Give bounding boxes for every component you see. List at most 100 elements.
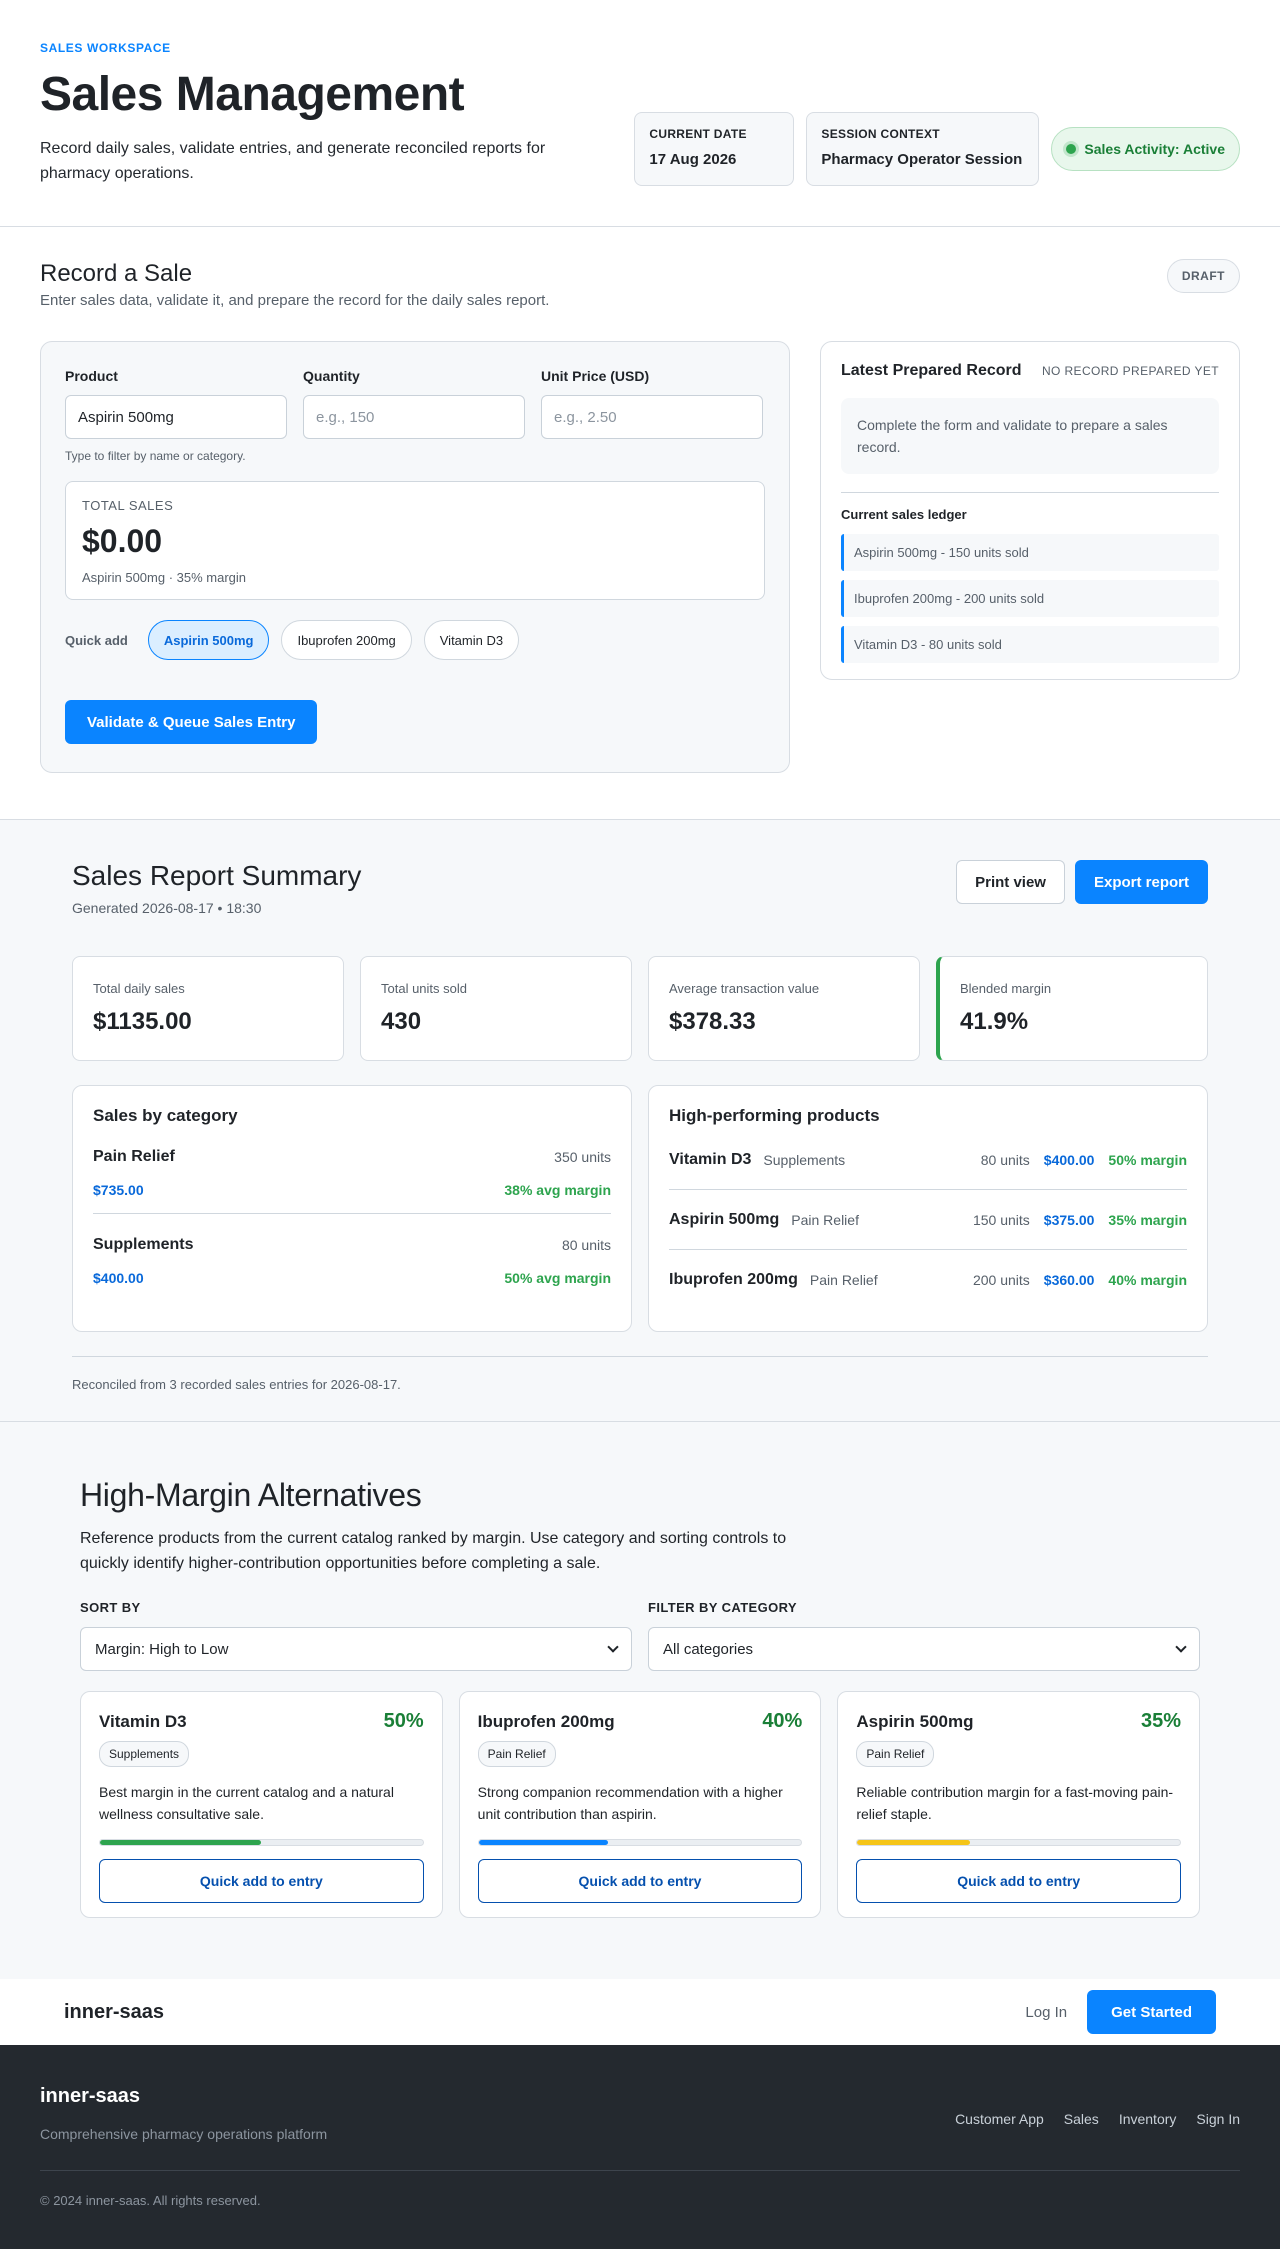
kpi-label: Total daily sales [93,981,185,996]
product-units: 80 units [980,1151,1030,1168]
latest-record-title: Latest Prepared Record [841,362,1022,379]
session-context-label: SESSION CONTEXT [821,127,940,141]
product-sales: $375.00 [1043,1211,1095,1228]
product-name: Aspirin 500mg [669,1210,780,1228]
alternative-category-tag: Supplements [99,1741,190,1767]
quick-add-to-entry-button[interactable]: Quick add to entry [99,1859,424,1903]
product-sales: $360.00 [1043,1272,1095,1288]
report-generated-timestamp: Generated 2026-08-17 • 18:30 [72,900,262,916]
product-category: Pain Relief [791,1211,859,1228]
product-row: Ibuprofen 200mg Pain Relief 200 units $3… [669,1250,1187,1310]
category-row: Pain Relief 350 units $735.00 38% avg ma… [93,1126,611,1214]
total-sales-label: TOTAL SALES [82,498,174,513]
export-report-button[interactable]: Export report [1074,860,1208,904]
quick-add-chip-aspirin[interactable]: Aspirin 500mg [147,620,270,660]
latest-record-header: Latest Prepared Record NO RECORD PREPARE… [841,362,1219,380]
alternatives-filters: SORT BY Margin: High to Low FILTER BY CA… [80,1600,1200,1671]
product-row: Vitamin D3 Supplements 80 units $400.00 … [669,1130,1187,1190]
sort-by-selected-value: Margin: High to Low [95,1640,229,1658]
kpi-blended-margin: Blended margin 41.9% [936,956,1208,1061]
record-sale-title: Record a Sale [40,260,193,287]
footer-tagline: Comprehensive pharmacy operations platfo… [40,2126,328,2142]
quantity-label: Quantity [303,368,360,384]
divider [40,2170,1240,2171]
alternative-description: Best margin in the current catalog and a… [99,1784,394,1822]
alternatives-description: Reference products from the current cata… [80,1530,787,1572]
footer-link-customer-app[interactable]: Customer App [955,2111,1044,2127]
session-context-card: SESSION CONTEXT Pharmacy Operator Sessio… [806,112,1040,186]
category-filter-select[interactable]: All categories [648,1627,1200,1671]
sales-activity-badge: Sales Activity: Active [1051,127,1240,171]
header-meta: CURRENT DATE 17 Aug 2026 SESSION CONTEXT… [634,112,1240,186]
chevron-down-icon [1175,1641,1187,1653]
quick-add-to-entry-button[interactable]: Quick add to entry [856,1859,1182,1903]
report-panels: Sales by category Pain Relief 350 units … [72,1085,1208,1332]
total-sales-detail: Aspirin 500mg · 35% margin [82,570,247,585]
kpi-value: $378.33 [669,1008,756,1035]
sale-form-fields: Product Quantity Unit Price (USD) [65,368,765,439]
high-performing-products-title: High-performing products [669,1106,880,1125]
margin-bar-track [477,1839,803,1846]
site-nav: inner-saas Log In Get Started [0,1979,1280,2045]
ledger-item: Aspirin 500mg - 150 units sold [841,534,1219,571]
kpi-value: 41.9% [960,1008,1029,1035]
divider [841,492,1219,493]
alternative-margin-percent: 40% [762,1710,803,1732]
product-sales: $400.00 [1043,1151,1095,1168]
quick-add-label: Quick add [65,632,128,648]
product-units: 150 units [972,1211,1030,1228]
sort-by-select[interactable]: Margin: High to Low [80,1627,632,1671]
product-margin: 40% margin [1108,1272,1187,1288]
high-margin-alternatives-section: High-Margin Alternatives Reference produ… [0,1422,1280,1979]
product-list: Vitamin D3 Supplements 80 units $400.00 … [669,1130,1187,1310]
footer-link-inventory[interactable]: Inventory [1119,2111,1177,2127]
sale-form-card: Product Quantity Unit Price (USD) Type t… [40,341,790,773]
page-header: SALES WORKSPACE Sales Management Record … [0,0,1280,227]
category-row-top: Pain Relief 350 units [93,1148,611,1166]
unit-price-label: Unit Price (USD) [541,368,650,384]
kpi-value: $1135.00 [93,1008,192,1035]
get-started-button[interactable]: Get Started [1087,1990,1216,2034]
kpi-label: Blended margin [960,981,1052,996]
quick-add-to-entry-button[interactable]: Quick add to entry [477,1859,803,1903]
footer-links: Customer App Sales Inventory Sign In [955,2111,1240,2127]
report-actions: Print view Export report [956,860,1208,904]
print-view-button[interactable]: Print view [956,860,1065,904]
draft-status-badge: DRAFT [1166,259,1240,293]
quick-add-chip-ibuprofen[interactable]: Ibuprofen 200mg [281,620,412,660]
margin-bar-fill [478,1840,608,1845]
alternative-category-tag: Pain Relief [477,1741,556,1767]
total-sales-card: TOTAL SALES $0.00 Aspirin 500mg · 35% ma… [65,481,765,600]
category-filter-selected-value: All categories [663,1640,754,1658]
validate-queue-button[interactable]: Validate & Queue Sales Entry [65,700,318,744]
total-sales-value: $0.00 [82,523,163,559]
unit-price-input[interactable] [541,395,763,439]
kpi-row: Total daily sales $1135.00 Total units s… [72,956,1208,1061]
footer-link-sales[interactable]: Sales [1064,2111,1099,2127]
latest-record-status: NO RECORD PREPARED YET [1041,364,1219,378]
product-hint: Type to filter by name or category. [65,449,246,463]
ledger-item: Vitamin D3 - 80 units sold [841,626,1219,663]
alternative-card-ibuprofen: Ibuprofen 200mg 40% Pain Relief Strong c… [458,1691,822,1918]
quick-add-chip-vitamin-d3[interactable]: Vitamin D3 [423,620,520,660]
current-date-card: CURRENT DATE 17 Aug 2026 [634,112,795,186]
product-input[interactable] [65,395,287,439]
sales-report-section: Sales Report Summary Generated 2026-08-1… [0,820,1280,1422]
log-in-link[interactable]: Log In [1025,2004,1067,2021]
sales-ledger-title: Current sales ledger [841,507,967,522]
footer-brand: inner-saas [40,2085,141,2107]
quantity-input[interactable] [303,395,525,439]
unit-price-field: Unit Price (USD) [541,368,763,439]
category-sales: $735.00 [93,1182,144,1198]
category-filter: FILTER BY CATEGORY All categories [648,1600,1200,1671]
report-title: Sales Report Summary [72,860,362,891]
footer-link-sign-in[interactable]: Sign In [1196,2111,1240,2127]
alternative-card-header: Ibuprofen 200mg 40% [478,1710,803,1733]
product-margin: 50% margin [1108,1151,1187,1168]
status-dot-icon [1066,144,1077,154]
kpi-value: 430 [381,1008,422,1035]
brand-logo[interactable]: inner-saas [64,2001,164,2024]
latest-record-card: Latest Prepared Record NO RECORD PREPARE… [820,341,1240,680]
alternative-name: Ibuprofen 200mg [477,1711,615,1731]
product-category: Supplements [763,1151,846,1168]
